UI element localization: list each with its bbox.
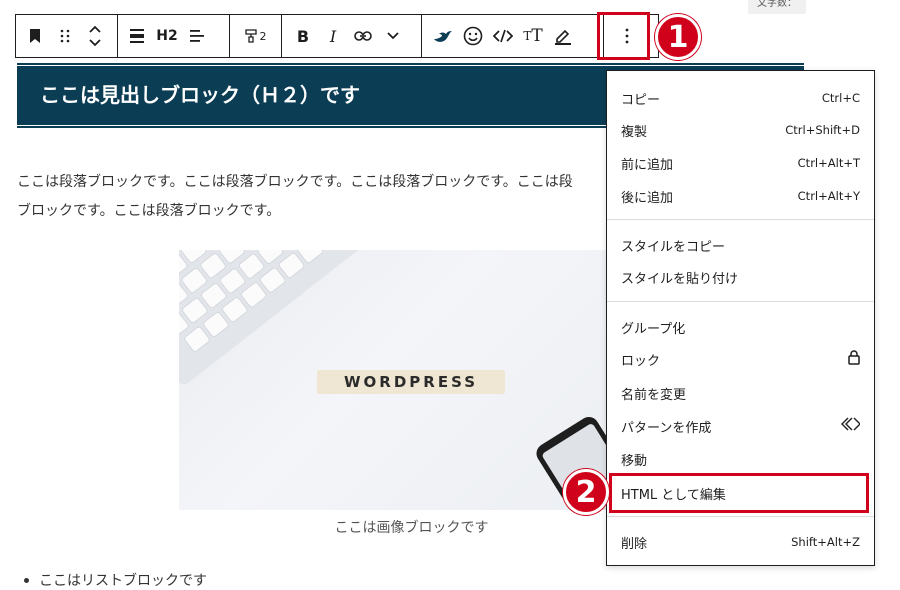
word-count-label: 文字数： (748, 0, 806, 14)
edit-html-highlight-box (609, 473, 869, 513)
move-updown-icon[interactable] (80, 15, 110, 57)
menu-item-shortcut: Ctrl+Alt+T (797, 156, 860, 170)
menu-item-label: 前に追加 (621, 157, 674, 173)
bird-icon[interactable] (428, 15, 458, 57)
bold-icon[interactable]: B (288, 15, 318, 57)
menu-item-shortcut: Ctrl+Shift+D (785, 123, 860, 137)
menu-item-label: 移動 (621, 453, 648, 469)
menu-item-label: 複製 (621, 124, 648, 140)
paragraph-block[interactable]: ここは段落ブロックです。ここは段落ブロックです。ここは段落ブロックです。ここは段… (17, 168, 617, 226)
menu-item-label: 後に追加 (621, 190, 674, 206)
style-count: 2 (259, 29, 267, 43)
highlighter-icon[interactable] (548, 15, 578, 57)
menu-item-shortcut: Ctrl+C (821, 91, 860, 105)
menu-item-duplicate[interactable]: 複製 Ctrl+Shift+D (607, 114, 874, 146)
menu-item-label: スタイルを貼り付け (621, 271, 739, 287)
heading-level-button[interactable]: H2 (152, 15, 182, 57)
menu-item-copy[interactable]: コピー Ctrl+C (607, 82, 874, 114)
step-2-badge: 2 (563, 469, 609, 515)
diamond-icon (840, 417, 861, 435)
step-1-badge: 1 (655, 14, 701, 60)
menu-item-shortcut: Shift+Alt+Z (791, 535, 860, 549)
options-highlight-box (597, 12, 650, 60)
menu-item-paste-styles[interactable]: スタイルを貼り付け (607, 261, 874, 293)
menu-item-label: 削除 (621, 536, 648, 552)
drag-handle-icon[interactable] (50, 15, 80, 57)
keyboard-photo: WORDPRESS (179, 250, 607, 510)
list-block[interactable]: ここはリストブロックです (24, 570, 207, 590)
menu-item-label: ロック (621, 353, 661, 369)
list-item-text: ここはリストブロックです (39, 573, 207, 589)
menu-item-label: コピー (621, 92, 661, 108)
image-caption: ここは画像ブロックです (334, 520, 489, 536)
menu-item-lock[interactable]: ロック (607, 343, 874, 375)
text-size-icon[interactable]: TT (518, 15, 548, 57)
chevron-down-icon[interactable] (378, 15, 408, 57)
align-icon[interactable] (122, 15, 152, 57)
text-align-icon[interactable] (182, 15, 212, 57)
paragraph-line-2: ブロックです。ここは段落ブロックです。 (17, 203, 281, 219)
menu-item-insert-after[interactable]: 後に追加 Ctrl+Alt+Y (607, 180, 874, 212)
menu-item-shortcut: Ctrl+Alt+Y (797, 189, 860, 203)
menu-item-create-pattern[interactable]: パターンを作成 (607, 410, 874, 442)
menu-item-label: 名前を変更 (621, 387, 687, 403)
link-icon[interactable] (348, 15, 378, 57)
menu-item-group[interactable]: グループ化 (607, 311, 874, 343)
block-toolbar: H2 2 B I TT (15, 14, 659, 58)
menu-item-rename[interactable]: 名前を変更 (607, 377, 874, 409)
menu-item-label: グループ化 (621, 321, 686, 337)
lock-icon (848, 349, 860, 369)
italic-icon[interactable]: I (318, 15, 348, 57)
menu-item-label: スタイルをコピー (621, 239, 726, 255)
menu-separator (607, 301, 874, 302)
bookmark-icon[interactable] (20, 15, 50, 57)
paragraph-line-1: ここは段落ブロックです。ここは段落ブロックです。ここは段落ブロックです。ここは段 (17, 174, 573, 190)
menu-item-insert-before[interactable]: 前に追加 Ctrl+Alt+T (607, 147, 874, 179)
image-block[interactable]: WORDPRESS (179, 250, 607, 510)
heading-top-line (17, 63, 804, 65)
style-paint-icon[interactable]: 2 (236, 15, 275, 57)
emoji-icon[interactable] (458, 15, 488, 57)
menu-item-label: パターンを作成 (621, 420, 712, 436)
menu-item-move[interactable]: 移動 (607, 443, 874, 475)
menu-item-copy-styles[interactable]: スタイルをコピー (607, 229, 874, 261)
menu-item-delete[interactable]: 削除 Shift+Alt+Z (607, 526, 874, 558)
bullet-icon (24, 577, 29, 583)
menu-separator (607, 516, 874, 517)
wordpress-tiles-text: WORDPRESS (344, 373, 478, 391)
menu-separator (607, 219, 874, 220)
code-icon[interactable] (488, 15, 518, 57)
